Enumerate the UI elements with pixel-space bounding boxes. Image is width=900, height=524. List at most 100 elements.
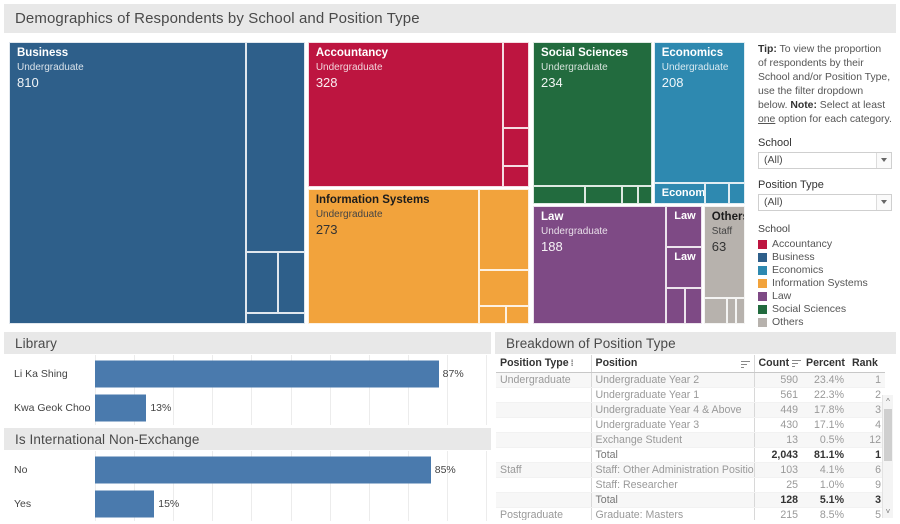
cell-percent: 4.1% — [802, 462, 848, 478]
treemap-tile[interactable] — [622, 185, 638, 205]
treemap-tile[interactable] — [502, 42, 530, 128]
filter-position-type-value: (All) — [764, 196, 783, 209]
treemap-tile[interactable] — [502, 166, 530, 188]
cell-position: Undergraduate Year 3 — [591, 417, 755, 433]
cell-percent: 17.8% — [802, 402, 848, 418]
treemap-tile[interactable]: Law — [666, 247, 703, 288]
cell-count: 449 — [754, 402, 802, 418]
table-scrollbar[interactable]: ^ ˅ — [882, 395, 893, 518]
treemap-tile[interactable] — [703, 297, 728, 324]
treemap-tile[interactable]: Information Systems Undergraduate 273 — [307, 189, 480, 324]
dashboard: Demographics of Respondents by School an… — [0, 0, 900, 524]
treemap-tile-name: Economics — [661, 47, 724, 59]
treemap-tile[interactable] — [245, 42, 305, 253]
table-row[interactable]: Staff: Researcher 25 1.0% 9 — [496, 477, 885, 493]
treemap-tile[interactable] — [479, 269, 530, 307]
cell-position-type — [496, 387, 592, 403]
treemap-tile[interactable] — [245, 312, 305, 324]
treemap-tile[interactable] — [533, 185, 585, 205]
table-row[interactable]: Undergraduate Year 3 430 17.1% 4 — [496, 417, 885, 433]
treemap-tile-subtitle: Undergraduate — [17, 62, 84, 73]
column-header-rank[interactable]: Rank — [848, 355, 885, 373]
treemap-tile[interactable]: Accountancy Undergraduate 328 — [307, 42, 503, 188]
table-row[interactable]: Exchange Student 13 0.5% 12 — [496, 432, 885, 448]
filter-position-type-dropdown[interactable]: (All) — [758, 193, 892, 211]
column-header-position-type[interactable]: Position Type ⁞ — [496, 355, 592, 373]
chevron-down-icon[interactable] — [876, 194, 891, 210]
cell-percent: 0.5% — [802, 432, 848, 448]
treemap-tile[interactable]: Others Staff63 — [703, 206, 745, 298]
treemap-tile[interactable] — [245, 252, 278, 313]
treemap-tile[interactable]: Economics — [653, 183, 706, 205]
treemap-tile[interactable] — [705, 183, 729, 205]
treemap-tile[interactable] — [277, 252, 305, 313]
scroll-up-icon[interactable]: ^ — [883, 395, 893, 408]
library-chart-body: Li Ka Shing 87% Kwa Geok Choo 13% — [4, 354, 491, 426]
legend-item[interactable]: Business — [758, 251, 892, 264]
scroll-down-icon[interactable]: ˅ — [883, 505, 893, 518]
table-row[interactable]: Undergraduate Year 1 561 22.3% 2 — [496, 387, 885, 403]
treemap-tile-value: 273 — [315, 222, 338, 238]
legend-item[interactable]: Law — [758, 290, 892, 303]
bar-fill[interactable] — [95, 394, 147, 422]
bar-row[interactable]: Yes 15% — [5, 489, 490, 519]
legend-item[interactable]: Information Systems — [758, 277, 892, 290]
scrollbar-thumb[interactable] — [884, 409, 892, 461]
column-header-position[interactable]: Position — [591, 355, 755, 373]
column-header-position-type-label: Position Type — [500, 357, 569, 369]
column-header-count[interactable]: Count — [754, 355, 802, 373]
bar-row[interactable]: No 85% — [5, 455, 490, 485]
treemap-tile[interactable] — [479, 306, 506, 324]
treemap-tile[interactable]: Social Sciences Undergraduate 234 — [533, 42, 653, 186]
treemap-tile[interactable] — [479, 189, 530, 270]
treemap-tile-value: 188 — [541, 239, 563, 255]
bar-row[interactable]: Kwa Geok Choo 13% — [5, 393, 490, 423]
table-row[interactable]: Postgraduate Graduate: Masters 215 8.5% 5 — [496, 507, 885, 520]
side-panel: Tip: To view the proportion of responden… — [752, 37, 896, 329]
legend-title: School — [758, 222, 791, 235]
cell-percent: 23.4% — [802, 372, 848, 388]
treemap-tile[interactable] — [505, 306, 530, 324]
legend-item[interactable]: Accountancy — [758, 238, 892, 251]
treemap-tile[interactable] — [727, 297, 737, 324]
treemap-tile[interactable] — [685, 287, 703, 324]
column-header-percent[interactable]: Percent — [802, 355, 848, 373]
table-row[interactable]: Undergraduate Year 4 & Above 449 17.8% 3 — [496, 402, 885, 418]
bar-fill[interactable] — [95, 360, 439, 388]
table-row[interactable]: Total 128 5.1% 3 — [496, 492, 885, 508]
sort-descending-icon[interactable] — [740, 360, 750, 368]
bar-track: 87% — [95, 359, 490, 389]
legend-swatch-icon — [758, 265, 767, 275]
filter-school-dropdown[interactable]: (All) — [758, 151, 892, 169]
cell-position: Exchange Student — [591, 432, 755, 448]
legend-item[interactable]: Social Sciences — [758, 303, 892, 316]
chevron-down-icon[interactable] — [876, 152, 891, 168]
treemap-tile[interactable] — [637, 185, 653, 205]
cell-rank: 6 — [848, 462, 885, 478]
bar-row[interactable]: Li Ka Shing 87% — [5, 359, 490, 389]
cell-count: 430 — [754, 417, 802, 433]
treemap-tile[interactable] — [502, 128, 530, 167]
treemap-tile[interactable] — [736, 297, 745, 324]
legend-item[interactable]: Economics — [758, 264, 892, 277]
treemap-tile[interactable] — [728, 183, 745, 205]
bar-fill[interactable] — [95, 456, 431, 484]
table-row[interactable]: Total 2,043 81.1% 1 — [496, 447, 885, 463]
treemap-tile[interactable]: Economics Undergraduate 208 — [653, 42, 745, 183]
sort-descending-icon[interactable] — [792, 359, 802, 368]
dashboard-title: Demographics of Respondents by School an… — [4, 4, 896, 33]
table-row[interactable]: Staff Staff: Other Administration Positio… — [496, 462, 885, 478]
bar-category-label: No — [14, 464, 28, 476]
treemap-tile[interactable]: Business Undergraduate 810 — [9, 42, 246, 324]
treemap-tile[interactable]: Law — [666, 206, 703, 247]
treemap-tile[interactable] — [584, 185, 623, 205]
legend-item[interactable]: Others — [758, 316, 892, 329]
treemap-tile[interactable]: Law Undergraduate 188 — [533, 206, 667, 324]
cell-percent: 22.3% — [802, 387, 848, 403]
table-row[interactable]: Undergraduate Undergraduate Year 2 590 23.4… — [496, 372, 885, 388]
bar-fill[interactable] — [95, 490, 155, 518]
treemap-panel: Business Undergraduate 810 Accountancy Under… — [4, 37, 750, 329]
legend-swatch-icon — [758, 304, 767, 314]
treemap-tile[interactable] — [666, 287, 686, 324]
legend-item-label: Accountancy — [772, 238, 833, 251]
